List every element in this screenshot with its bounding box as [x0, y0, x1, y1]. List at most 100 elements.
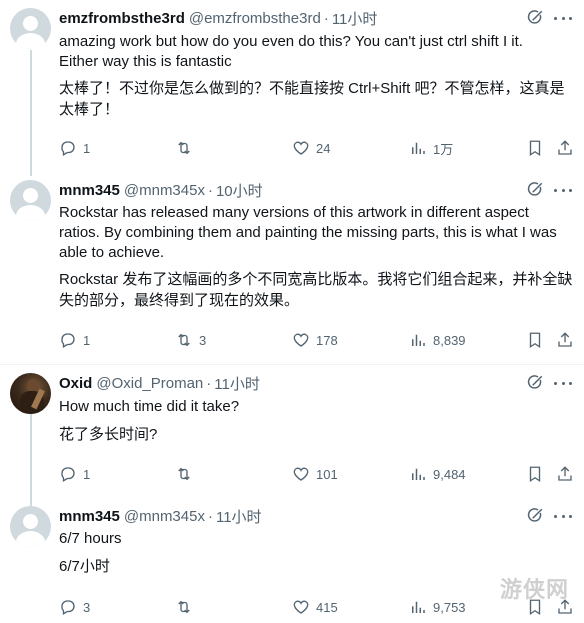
timestamp[interactable]: 11小时: [332, 8, 378, 29]
tweet-text-line: ratios. By combining them and painting t…: [59, 224, 557, 241]
views-button[interactable]: 9,753: [409, 597, 466, 617]
like-icon: [293, 467, 309, 481]
display-name[interactable]: mnm345: [59, 182, 120, 199]
avatar[interactable]: [10, 506, 51, 547]
tweet[interactable]: emzfrombsthe3rd @emzfrombsthe3rd · 11小时 …: [0, 0, 584, 172]
tweet[interactable]: mnm345 @mnm345x · 10小时 Rockstar has rele…: [0, 172, 584, 362]
bookmark-button[interactable]: [526, 138, 550, 158]
tweet-text-line: 6/7 hours: [59, 530, 122, 547]
tweet[interactable]: Oxid @Oxid_Proman · 11小时 How much time d…: [0, 365, 584, 500]
translated-text: Rockstar 发布了这幅画的多个不同宽高比版本。我将它们组合起来，并补全缺 …: [59, 269, 574, 311]
views-icon: [412, 601, 425, 613]
like-count: 178: [316, 332, 338, 348]
watermark: 游侠网: [500, 578, 570, 603]
grok-icon[interactable]: [526, 374, 544, 392]
timestamp[interactable]: 11小时: [216, 506, 262, 527]
share-button[interactable]: [556, 330, 580, 350]
like-count: 101: [316, 466, 338, 482]
display-name[interactable]: mnm345: [59, 508, 120, 525]
more-icon[interactable]: [552, 181, 574, 199]
views-icon: [412, 142, 425, 154]
translated-text: 花了多长时间?: [59, 424, 574, 445]
like-icon: [293, 333, 309, 347]
retweet-icon: [178, 600, 190, 614]
reply-icon: [61, 467, 75, 482]
like-button[interactable]: 101: [292, 464, 338, 484]
views-icon: [412, 334, 425, 346]
views-button[interactable]: 9,484: [409, 464, 466, 484]
grok-icon[interactable]: [526, 507, 544, 525]
bookmark-button[interactable]: [526, 464, 550, 484]
tweet-text: How much time did it take?: [59, 397, 574, 417]
retweet-button[interactable]: [175, 597, 199, 617]
tweet-text-line: amazing work but how do you even do this…: [59, 33, 523, 50]
more-icon[interactable]: [552, 507, 574, 525]
timestamp[interactable]: 10小时: [216, 180, 263, 201]
retweet-icon: [178, 141, 190, 155]
reply-icon: [61, 600, 75, 615]
views-button[interactable]: 8,839: [409, 330, 466, 350]
reply-button[interactable]: 3: [59, 597, 90, 617]
user-handle[interactable]: @Oxid_Proman: [96, 375, 203, 392]
share-icon: [558, 332, 572, 347]
share-button[interactable]: [556, 138, 580, 158]
avatar[interactable]: [10, 373, 51, 414]
tweet-text: 6/7 hours: [59, 529, 574, 549]
reply-button[interactable]: 1: [59, 138, 90, 158]
like-icon: [293, 141, 309, 155]
separator-dot: ·: [323, 9, 329, 27]
user-handle[interactable]: @mnm345x: [124, 508, 205, 525]
reply-count: 1: [83, 140, 91, 156]
avatar[interactable]: [10, 8, 51, 49]
reply-count: 1: [83, 466, 91, 482]
tweet-header: mnm345 @mnm345x · 11小时: [59, 506, 262, 526]
retweet-button[interactable]: [175, 464, 199, 484]
reply-button[interactable]: 1: [59, 330, 90, 350]
timestamp[interactable]: 11小时: [214, 373, 260, 394]
share-icon: [558, 466, 572, 481]
like-button[interactable]: 178: [292, 330, 338, 350]
translated-text-line: 太棒了！: [59, 101, 120, 118]
views-button[interactable]: 1万: [409, 138, 453, 158]
user-handle[interactable]: @mnm345x: [124, 182, 205, 199]
grok-icon[interactable]: [526, 9, 544, 27]
translated-text: 太棒了！不过你是怎么做到的？不能直接按 Ctrl+Shift 吧？不管怎样，这真…: [59, 78, 574, 120]
display-name[interactable]: emzfrombsthe3rd: [59, 10, 185, 27]
separator-dot: ·: [206, 374, 212, 392]
bookmark-icon: [529, 466, 541, 483]
tweet[interactable]: mnm345 @mnm345x · 11小时 6/7 hours 6/7小时 3…: [0, 498, 584, 623]
translated-text-line: 花了多长时间?: [59, 426, 158, 443]
like-icon: [293, 600, 309, 614]
tweet-header: emzfrombsthe3rd @emzfrombsthe3rd · 11小时: [59, 8, 377, 28]
bookmark-button[interactable]: [526, 330, 550, 350]
retweet-button[interactable]: [175, 138, 199, 158]
like-count: 24: [316, 140, 331, 156]
display-name[interactable]: Oxid: [59, 375, 92, 392]
tweet-text: amazing work but how do you even do this…: [59, 32, 574, 72]
reply-icon: [61, 141, 75, 156]
bookmark-icon: [529, 332, 541, 349]
views-count: 9,484: [433, 466, 466, 482]
user-handle[interactable]: @emzfrombsthe3rd: [189, 10, 321, 27]
more-icon[interactable]: [552, 374, 574, 392]
share-button[interactable]: [556, 464, 580, 484]
like-button[interactable]: 415: [292, 597, 338, 617]
like-count: 415: [316, 599, 338, 615]
retweet-icon: [178, 467, 190, 481]
views-count: 1万: [433, 141, 454, 157]
more-icon[interactable]: [552, 9, 574, 27]
translated-text-line: 太棒了！不过你是怎么做到的？不能直接按 Ctrl+Shift 吧？不管怎样，这真…: [59, 80, 565, 97]
bookmark-icon: [529, 140, 541, 157]
retweet-count: 3: [199, 332, 207, 348]
views-count: 8,839: [433, 332, 466, 348]
tweet-text-line: Either way this is fantastic: [59, 53, 232, 70]
avatar[interactable]: [10, 180, 51, 221]
retweet-button[interactable]: 3: [175, 330, 206, 350]
reply-button[interactable]: 1: [59, 464, 90, 484]
like-button[interactable]: 24: [292, 138, 330, 158]
reply-count: 1: [83, 332, 91, 348]
action-bar: 1 101 9,484: [59, 464, 579, 484]
share-icon: [558, 140, 572, 155]
grok-icon[interactable]: [526, 181, 544, 199]
tweet-text-line: able to achieve.: [59, 244, 165, 261]
